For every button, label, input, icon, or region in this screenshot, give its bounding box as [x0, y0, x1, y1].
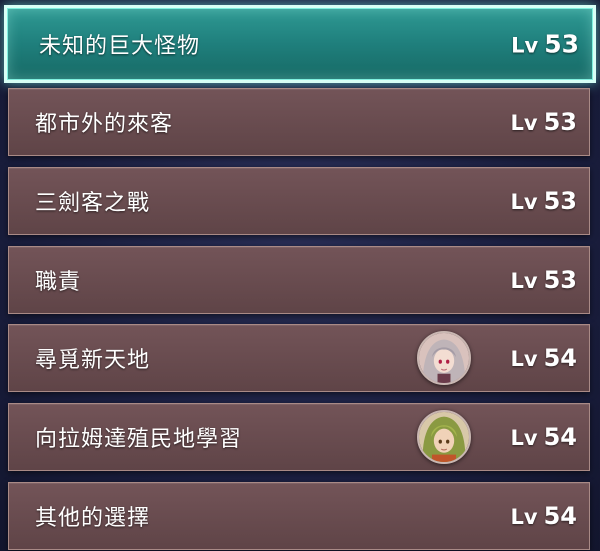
level-value: 54 [543, 344, 577, 372]
quest-title: 其他的選擇 [35, 506, 151, 531]
quest-level: Lv 53 [511, 187, 577, 215]
quest-title: 職責 [35, 270, 82, 295]
quest-list: 未知的巨大怪物 Lv 53 都市外的來客 Lv 53 三劍客之戰 Lv 53 職責 L… [0, 0, 600, 551]
quest-row[interactable]: 其他的選擇 Lv 54 [8, 482, 590, 550]
level-prefix: Lv [511, 33, 539, 58]
quest-level: Lv 54 [511, 423, 577, 451]
level-value: 53 [543, 266, 577, 294]
level-prefix: Lv [510, 505, 538, 529]
quest-level: Lv 54 [511, 502, 577, 530]
level-prefix: Lv [510, 269, 538, 293]
level-value: 53 [543, 187, 577, 215]
level-value: 53 [543, 108, 577, 136]
quest-level: Lv 53 [511, 266, 577, 294]
level-value: 53 [544, 29, 579, 59]
quest-title: 尋覓新天地 [35, 348, 151, 373]
level-prefix: Lv [510, 111, 538, 135]
quest-level: Lv 54 [511, 344, 577, 372]
quest-row[interactable]: 尋覓新天地 Lv 54 [8, 324, 590, 392]
quest-row[interactable]: 職責 Lv 53 [8, 246, 590, 314]
green-haired-character-portrait-icon [417, 410, 471, 464]
quest-row-selected[interactable]: 未知的巨大怪物 Lv 53 [4, 5, 596, 83]
quest-row[interactable]: 向拉姆達殖民地學習 Lv 54 [8, 403, 590, 471]
quest-row[interactable]: 三劍客之戰 Lv 53 [8, 167, 590, 235]
quest-row[interactable]: 都市外的來客 Lv 53 [8, 88, 590, 156]
level-value: 54 [543, 502, 577, 530]
level-value: 54 [543, 423, 577, 451]
level-prefix: Lv [510, 347, 538, 371]
quest-title: 三劍客之戰 [35, 191, 151, 216]
silver-haired-character-portrait-icon [417, 331, 471, 385]
level-prefix: Lv [510, 426, 538, 450]
quest-title: 未知的巨大怪物 [39, 34, 201, 59]
quest-level: Lv 53 [511, 108, 577, 136]
quest-title: 都市外的來客 [35, 112, 174, 137]
level-prefix: Lv [510, 190, 538, 214]
quest-title: 向拉姆達殖民地學習 [35, 427, 243, 452]
quest-level: Lv 53 [511, 30, 579, 59]
